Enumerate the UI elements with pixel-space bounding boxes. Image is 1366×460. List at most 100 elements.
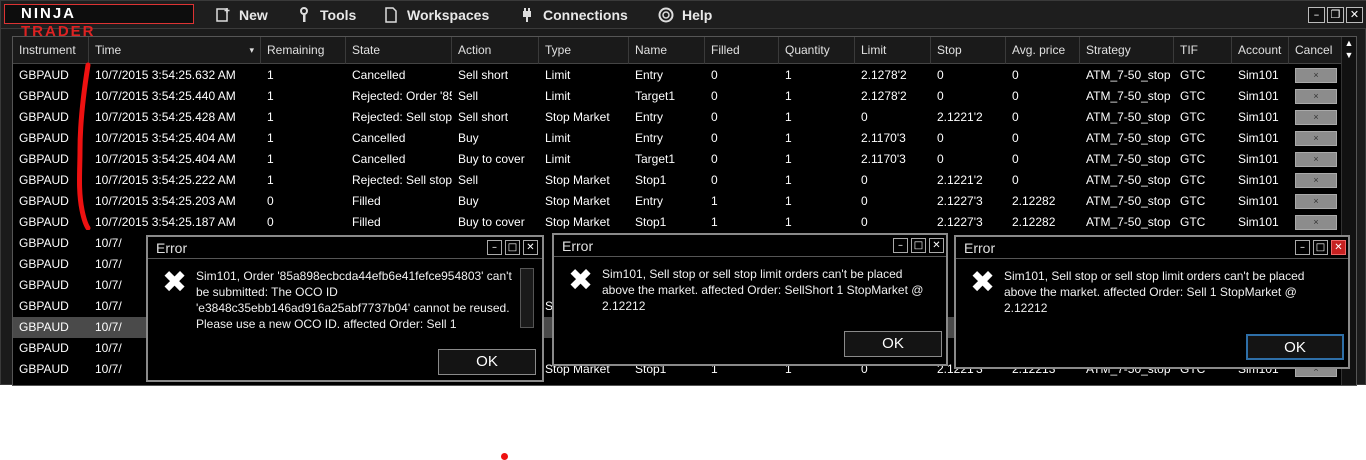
red-dot-annotation xyxy=(501,453,508,460)
ninjatrader-logo: NINJA TRADER xyxy=(4,4,194,40)
dialog-titlebar[interactable]: Error – □ ✕ xyxy=(956,237,1348,259)
cell-type: Stop Market xyxy=(545,173,610,187)
column-header-instrument[interactable]: Instrument xyxy=(13,37,89,64)
dialog-close-button[interactable]: ✕ xyxy=(1331,240,1346,255)
dialog-maximize-button[interactable]: □ xyxy=(505,240,520,255)
column-header-state[interactable]: State xyxy=(346,37,452,64)
table-row[interactable]: GBPAUD 10/7/2015 3:54:25.222 AM 1 Rejected:… xyxy=(13,170,1343,191)
column-header-label: Filled xyxy=(711,43,740,57)
column-header-limit[interactable]: Limit xyxy=(855,37,931,64)
menu-workspaces[interactable]: Workspaces xyxy=(383,5,489,25)
ok-button[interactable]: OK xyxy=(844,331,942,357)
column-header-filled[interactable]: Filled xyxy=(705,37,779,64)
column-header-cancel[interactable]: Cancel xyxy=(1289,37,1343,64)
dialog-maximize-button[interactable]: □ xyxy=(911,238,926,253)
workspaces-icon xyxy=(383,7,399,23)
cell-avg-price: 0 xyxy=(1012,173,1019,187)
dialog-minimize-button[interactable]: – xyxy=(1295,240,1310,255)
cell-name: Entry xyxy=(635,194,664,208)
dialog-titlebar[interactable]: Error – □ ✕ xyxy=(554,235,946,257)
error-dialog-oco: Error – □ ✕ ✖ Sim101, Order '85a898ecbcd… xyxy=(146,235,544,382)
column-header-name[interactable]: Name xyxy=(629,37,705,64)
cell-tif: GTC xyxy=(1180,68,1206,82)
dialog-titlebar[interactable]: Error – □ ✕ xyxy=(148,237,542,259)
column-header-remaining[interactable]: Remaining xyxy=(261,37,346,64)
column-header-avg-price[interactable]: Avg. price xyxy=(1006,37,1080,64)
cell-quantity: 1 xyxy=(785,110,792,124)
cell-action: Sell short xyxy=(458,68,509,82)
table-row[interactable]: GBPAUD 10/7/2015 3:54:25.404 AM 1 Cancelled… xyxy=(13,128,1343,149)
column-header-label: Avg. price xyxy=(1012,43,1066,57)
dialog-maximize-button[interactable]: □ xyxy=(1313,240,1328,255)
cancel-order-button[interactable]: × xyxy=(1295,173,1337,188)
cell-remaining: 1 xyxy=(267,89,274,103)
column-header-type[interactable]: Type xyxy=(539,37,629,64)
dialog-message: Sim101, Sell stop or sell stop limit ord… xyxy=(602,267,924,313)
table-row[interactable]: GBPAUD 10/7/2015 3:54:25.187 AM 0 Filled Buy… xyxy=(13,212,1343,233)
cancel-order-button[interactable]: × xyxy=(1295,68,1337,83)
cell-tif: GTC xyxy=(1180,194,1206,208)
ok-button[interactable]: OK xyxy=(438,349,536,375)
column-header-label: Time xyxy=(95,43,122,57)
cell-name: Target1 xyxy=(635,152,676,166)
cell-avg-price: 0 xyxy=(1012,131,1019,145)
close-button[interactable]: ✕ xyxy=(1346,7,1363,23)
help-lifebuoy-icon xyxy=(658,7,674,23)
menu-new[interactable]: New xyxy=(215,5,268,25)
menu-tools[interactable]: Tools xyxy=(296,5,356,25)
cell-account: Sim101 xyxy=(1238,89,1279,103)
cell-instrument: GBPAUD xyxy=(19,257,69,271)
cell-time: 10/7/2015 3:54:25.440 AM xyxy=(95,89,236,103)
cancel-order-button[interactable]: × xyxy=(1295,215,1337,230)
column-header-label: Type xyxy=(545,43,572,57)
cell-avg-price: 2.12282 xyxy=(1012,215,1056,229)
dialog-close-button[interactable]: ✕ xyxy=(523,240,538,255)
column-header-account[interactable]: Account xyxy=(1232,37,1289,64)
restore-button[interactable]: ❐ xyxy=(1327,7,1344,23)
column-header-action[interactable]: Action xyxy=(452,37,539,64)
cell-avg-price: 2.12282 xyxy=(1012,194,1056,208)
message-scrollbar[interactable] xyxy=(520,268,534,328)
table-row[interactable]: GBPAUD 10/7/2015 3:54:25.632 AM 1 Cancelled… xyxy=(13,65,1343,86)
cell-strategy: ATM_7-50_stop xyxy=(1086,194,1171,208)
table-row[interactable]: GBPAUD 10/7/2015 3:54:25.428 AM 1 Rejected:… xyxy=(13,107,1343,128)
dialog-close-button[interactable]: ✕ xyxy=(929,238,944,253)
ok-button[interactable]: OK xyxy=(1246,334,1344,360)
table-row[interactable]: GBPAUD 10/7/2015 3:54:25.404 AM 1 Cancelled… xyxy=(13,149,1343,170)
wrench-icon xyxy=(296,7,312,23)
scroll-down-arrow-icon[interactable]: ▼ xyxy=(1342,49,1356,61)
cell-filled: 0 xyxy=(711,131,718,145)
cell-type: Limit xyxy=(545,131,571,145)
cancel-order-button[interactable]: × xyxy=(1295,110,1337,125)
menu-connections[interactable]: Connections xyxy=(519,5,628,25)
dialog-minimize-button[interactable]: – xyxy=(893,238,908,253)
cancel-order-button[interactable]: × xyxy=(1295,89,1337,104)
cell-filled: 1 xyxy=(711,194,718,208)
cancel-order-button[interactable]: × xyxy=(1295,194,1337,209)
scroll-up-arrow-icon[interactable]: ▲ xyxy=(1342,37,1356,49)
column-header-label: Instrument xyxy=(19,43,76,57)
column-header-strategy[interactable]: Strategy xyxy=(1080,37,1174,64)
cell-strategy: ATM_7-50_stop xyxy=(1086,152,1171,166)
table-row[interactable]: GBPAUD 10/7/2015 3:54:25.203 AM 0 Filled Buy… xyxy=(13,191,1343,212)
cell-remaining: 1 xyxy=(267,152,274,166)
cell-limit: 0 xyxy=(861,173,868,187)
cell-quantity: 1 xyxy=(785,68,792,82)
column-header-time[interactable]: Time ▾ xyxy=(89,37,261,64)
cancel-order-button[interactable]: × xyxy=(1295,131,1337,146)
menu-help[interactable]: Help xyxy=(658,5,712,25)
minimize-button[interactable]: – xyxy=(1308,7,1325,23)
table-row[interactable]: GBPAUD 10/7/2015 3:54:25.440 AM 1 Rejected:… xyxy=(13,86,1343,107)
column-header-tif[interactable]: TIF xyxy=(1174,37,1232,64)
cell-avg-price: 0 xyxy=(1012,152,1019,166)
dialog-title: Error xyxy=(156,240,188,256)
column-header-stop[interactable]: Stop xyxy=(931,37,1006,64)
column-header-quantity[interactable]: Quantity xyxy=(779,37,855,64)
cell-name: Entry xyxy=(635,68,664,82)
cancel-order-button[interactable]: × xyxy=(1295,152,1337,167)
cell-quantity: 1 xyxy=(785,89,792,103)
dialog-minimize-button[interactable]: – xyxy=(487,240,502,255)
cell-account: Sim101 xyxy=(1238,194,1279,208)
cell-remaining: 1 xyxy=(267,131,274,145)
cell-stop: 0 xyxy=(937,152,944,166)
